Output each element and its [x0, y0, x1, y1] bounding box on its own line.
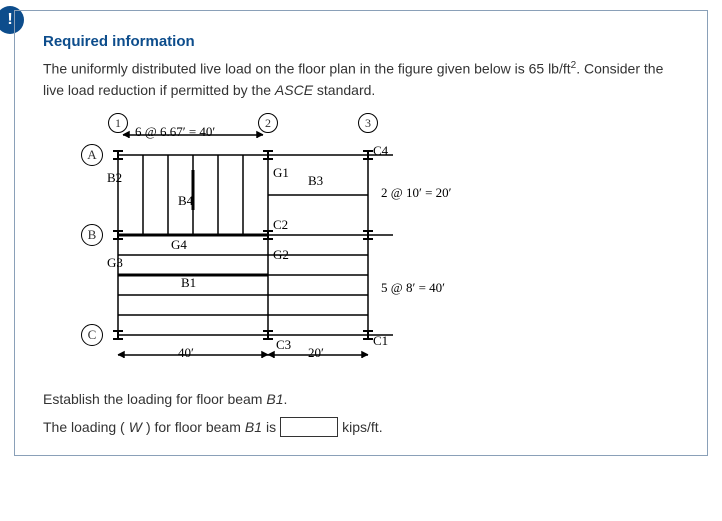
- floor-plan-svg: [63, 115, 483, 375]
- lbl-c4: C4: [373, 143, 388, 159]
- prompt2-d: is: [266, 419, 276, 435]
- grid-col-1: 1: [108, 113, 128, 133]
- prompt2-unit: kips/ft.: [342, 419, 382, 435]
- grid-col-2: 2: [258, 113, 278, 133]
- floor-plan-figure: 1 2 3 A B C 6 @ 6.67′ = 40′ 2 @ 10′ = 20…: [63, 115, 483, 375]
- prompt1-text-a: Establish the loading for floor beam: [43, 391, 266, 407]
- dim-bot-2: 20′: [308, 345, 324, 361]
- prompt-loading: The loading (W) for floor beam B1 is kip…: [43, 417, 679, 437]
- lbl-b4: B4: [178, 193, 193, 209]
- prompt1-b1: B1: [266, 391, 283, 407]
- prompt2-b: ) for floor beam: [146, 419, 241, 435]
- grid-row-c: C: [81, 324, 103, 346]
- dim-right-1: 2 @ 10′ = 20′: [381, 185, 452, 201]
- lbl-c1: C1: [373, 333, 388, 349]
- grid-col-3: 3: [358, 113, 378, 133]
- desc-text-3: standard.: [313, 82, 375, 98]
- required-title: Required information: [43, 33, 679, 50]
- lbl-g4: G4: [171, 237, 187, 253]
- lbl-b1: B1: [181, 275, 196, 291]
- figure-wrap: 1 2 3 A B C 6 @ 6.67′ = 40′ 2 @ 10′ = 20…: [63, 115, 679, 375]
- lbl-g1: G1: [273, 165, 289, 181]
- dim-right-2: 5 @ 8′ = 40′: [381, 280, 445, 296]
- lbl-b2: B2: [107, 170, 122, 186]
- lbl-c2: C2: [273, 217, 288, 233]
- prompt2-a: The loading (: [43, 419, 125, 435]
- lbl-b3: B3: [308, 173, 323, 189]
- loading-input[interactable]: [280, 417, 338, 437]
- desc-text-1: The uniformly distributed live load on t…: [43, 61, 571, 77]
- prompt2-w: W: [129, 419, 142, 435]
- lbl-g2: G2: [273, 247, 289, 263]
- dim-top: 6 @ 6.67′ = 40′: [135, 124, 215, 140]
- lbl-c3: C3: [276, 337, 291, 353]
- desc-asce: ASCE: [275, 82, 313, 98]
- grid-row-b: B: [81, 224, 103, 246]
- dim-bot-1: 40′: [178, 345, 194, 361]
- prompt-establish: Establish the loading for floor beam B1.: [43, 391, 679, 407]
- description: The uniformly distributed live load on t…: [43, 58, 679, 101]
- prompt1-text-c: .: [283, 391, 287, 407]
- lbl-g3: G3: [107, 255, 123, 271]
- prompt2-c: B1: [245, 419, 262, 435]
- question-container: Required information The uniformly distr…: [14, 10, 708, 456]
- grid-row-a: A: [81, 144, 103, 166]
